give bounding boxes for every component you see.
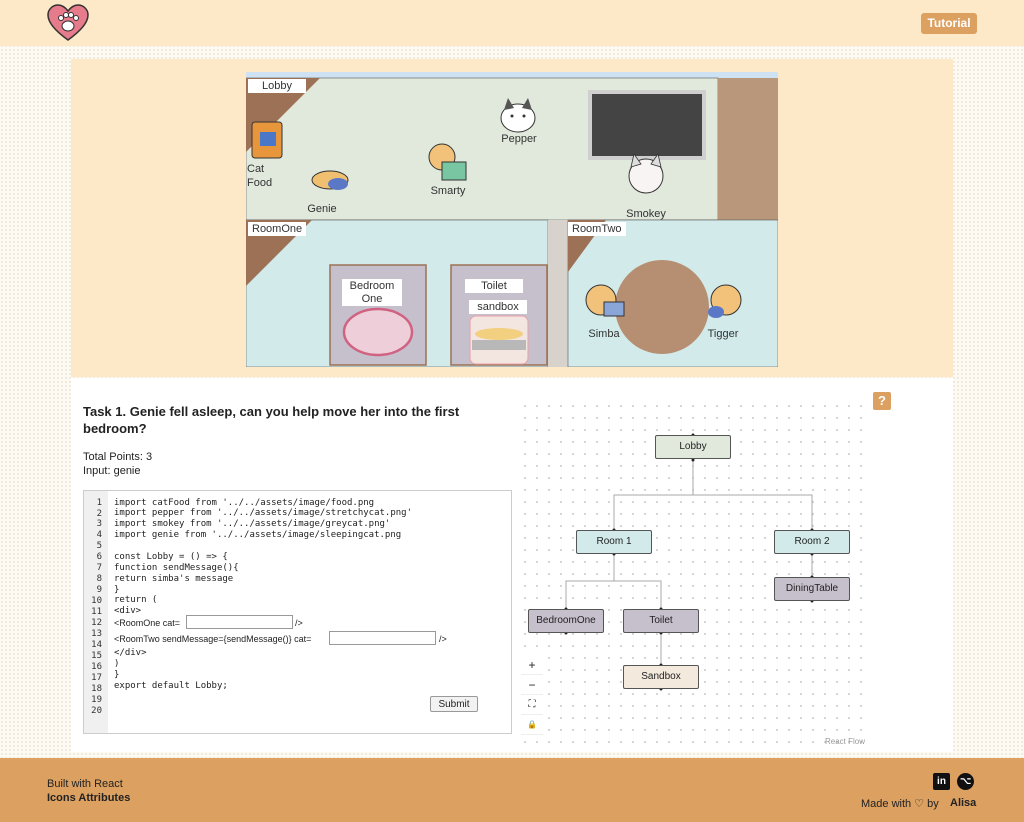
bedroom-label-line2: One: [342, 293, 402, 306]
tutorial-button[interactable]: Tutorial: [921, 13, 977, 34]
room-one-cat-input[interactable]: [186, 615, 293, 629]
task-title: Task 1. Genie fell asleep, can you help …: [83, 404, 460, 436]
room-label-room-one: RoomOne: [248, 222, 307, 236]
flow-node-bedroom-one[interactable]: BedroomOne: [528, 609, 604, 633]
icons-attributes-link[interactable]: Icons Attributes: [47, 792, 130, 804]
header: Tutorial: [0, 0, 1024, 46]
zoom-out-icon[interactable]: −: [521, 675, 543, 695]
author-link[interactable]: Alisa: [950, 797, 976, 809]
made-with-text: Made with ♡ by: [861, 798, 939, 810]
zoom-in-icon[interactable]: +: [521, 655, 543, 675]
line-number: 5: [96, 541, 102, 551]
line-number: 11: [91, 607, 102, 617]
flow-node-lobby[interactable]: Lobby: [655, 435, 731, 459]
cat-name-genie: Genie: [307, 203, 337, 215]
cat-name-tigger: Tigger: [707, 328, 739, 340]
submit-button[interactable]: Submit: [430, 696, 478, 712]
line-number: 9: [96, 585, 102, 595]
toilet-label: Toilet: [465, 279, 523, 293]
code-line-room-one-suffix: />: [295, 618, 303, 628]
linkedin-icon[interactable]: in: [933, 773, 950, 790]
code-line: <div>: [114, 606, 142, 616]
cat-name-smokey: Smokey: [626, 208, 666, 220]
code-line: }: [114, 670, 120, 680]
code-line: return simba's message: [114, 574, 234, 584]
flow-node-room1[interactable]: Room 1: [576, 530, 652, 554]
bedroom-label-line1: Bedroom: [342, 279, 402, 293]
github-icon[interactable]: ⌥: [957, 773, 974, 790]
line-number: 14: [91, 640, 102, 650]
code-line: export default Lobby;: [114, 681, 228, 691]
room-two-cat-input[interactable]: [329, 631, 436, 645]
flow-node-room2[interactable]: Room 2: [774, 530, 850, 554]
task-input: Input: genie: [83, 465, 141, 477]
task-points: Total Points: 3: [83, 451, 153, 463]
fit-view-icon[interactable]: ⛶: [521, 695, 543, 715]
code-line: </div>: [114, 648, 147, 658]
room-label-room-two: RoomTwo: [568, 222, 626, 236]
cat-name-pepper: Pepper: [501, 133, 537, 145]
flow-node-sandbox[interactable]: Sandbox: [623, 665, 699, 689]
line-number: 10: [91, 596, 102, 606]
cat-name-smarty: Smarty: [430, 185, 466, 197]
code-line: import smokey from '../../assets/image/g…: [114, 519, 391, 529]
room-label-lobby: Lobby: [248, 79, 306, 93]
cat-name-simba: Simba: [588, 328, 620, 340]
code-line: import pepper from '../../assets/image/s…: [114, 508, 413, 518]
footer: [0, 758, 1024, 822]
line-number: 12: [91, 618, 102, 628]
line-number: 20: [91, 706, 102, 716]
flow-node-toilet[interactable]: Toilet: [623, 609, 699, 633]
code-line: return (: [114, 595, 158, 605]
line-number: 15: [91, 651, 102, 661]
code-line-room-one-prefix: <RoomOne cat=: [114, 618, 181, 628]
line-number: 4: [96, 530, 102, 540]
react-flow-attribution[interactable]: React Flow: [825, 737, 865, 746]
help-icon[interactable]: ?: [873, 392, 891, 410]
line-number: 16: [91, 662, 102, 672]
paw-heart-icon[interactable]: [46, 4, 90, 42]
line-number: 18: [91, 684, 102, 694]
line-number: 8: [96, 574, 102, 584]
house-map: [246, 72, 778, 367]
flow-node-dining-table[interactable]: DiningTable: [774, 577, 850, 601]
cat-smokey-icon: [628, 153, 664, 194]
line-number: 7: [96, 563, 102, 573]
line-number: 17: [91, 673, 102, 683]
line-number: 2: [96, 509, 102, 519]
code-line: }: [114, 585, 120, 595]
line-number-gutter: 1 2 3 4 5 6 7 8 9 10 11 12 13 14 15 16 1…: [84, 491, 108, 733]
line-number: 3: [96, 519, 102, 529]
code-line: const Lobby = () => {: [114, 552, 228, 562]
sandbox-label: sandbox: [469, 300, 527, 314]
built-with-text: Built with React: [47, 778, 123, 790]
cat-food-label-line2: Food: [247, 177, 273, 189]
code-line-room-two-prefix: <RoomTwo sendMessage={sendMessage()} cat…: [114, 634, 312, 644]
line-number: 1: [96, 498, 102, 508]
line-number: 19: [91, 695, 102, 705]
code-line-room-two-suffix: />: [439, 634, 447, 644]
line-number: 6: [96, 552, 102, 562]
line-number: 13: [91, 629, 102, 639]
lock-icon[interactable]: 🔒: [521, 715, 543, 735]
code-line: import catFood from '../../assets/image/…: [114, 498, 375, 508]
code-editor[interactable]: 1 2 3 4 5 6 7 8 9 10 11 12 13 14 15 16 1…: [83, 490, 512, 734]
code-line: import genie from '../../assets/image/sl…: [114, 530, 402, 540]
cat-food-label-line1: Cat: [247, 163, 265, 175]
code-line: function sendMessage(){: [114, 563, 239, 573]
code-line: ): [114, 659, 120, 669]
